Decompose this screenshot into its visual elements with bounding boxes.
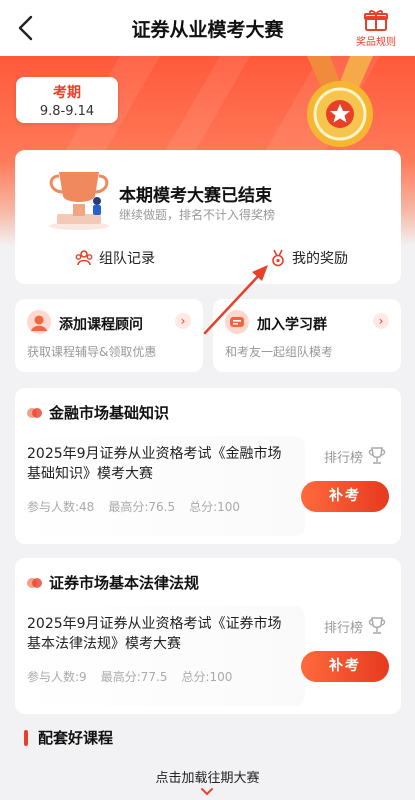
leaderboard-label: 排行榜 — [323, 620, 363, 636]
exam-name: 2025年9月证券从业资格考试《金融市场基础知识》模考大赛 — [27, 446, 282, 482]
high-score: 最高分:76.5 — [108, 500, 176, 514]
exam-stats: 参与人数:9 最高分:77.5 总分:100 — [27, 668, 232, 685]
courses-section-title: 配套好课程 — [24, 727, 113, 748]
exam-category-title: 金融市场基础知识 — [49, 404, 170, 422]
high-score: 最高分:77.5 — [100, 670, 168, 684]
team-icon — [75, 250, 93, 266]
status-card: 本期模考大赛已结束 继续做题，排名不计入得奖榜 组队记录 我的奖励 — [15, 150, 401, 284]
category-dot-icon — [27, 577, 42, 588]
join-study-group-subtitle: 和考友一起组队模考 — [225, 345, 334, 359]
trophy-icon — [49, 172, 109, 230]
team-record-label: 组队记录 — [99, 251, 155, 267]
team-record-link[interactable]: 组队记录 — [75, 248, 155, 268]
makeup-exam-button[interactable]: 补考 — [301, 651, 389, 682]
exam-card: 证券市场基本法律法规 2025年9月证券从业资格考试《证券市场基本法律法规》模考… — [15, 558, 401, 714]
leaderboard-link[interactable]: 排行榜 — [324, 616, 387, 636]
ended-title: 本期模考大赛已结束 — [119, 186, 272, 206]
prize-rules-button[interactable]: 奖品规则 — [351, 8, 401, 48]
rank-cup-icon — [368, 447, 386, 464]
period-title: 考期 — [53, 85, 81, 101]
total-score: 总分:100 — [181, 670, 233, 684]
period-range: 9.8-9.14 — [39, 104, 95, 119]
exam-category: 金融市场基础知识 — [27, 402, 169, 423]
advisor-icon — [27, 310, 51, 334]
section-accent-bar — [24, 729, 28, 746]
top-nav: 证券从业模考大赛 奖品规则 — [0, 0, 415, 56]
award-icon — [272, 249, 284, 267]
gift-icon — [364, 10, 388, 31]
participants: 参与人数:48 — [27, 500, 95, 514]
load-past-contests-button[interactable]: 点击加载往期大赛 — [0, 767, 415, 786]
chevron-right-icon: › — [373, 313, 389, 329]
my-rewards-label: 我的奖励 — [292, 251, 348, 267]
add-course-advisor-card[interactable]: 添加课程顾问 获取课程辅导&领取优惠 › — [15, 299, 203, 372]
add-course-advisor-title: 添加课程顾问 — [59, 317, 143, 333]
makeup-exam-button[interactable]: 补考 — [301, 481, 389, 512]
exam-period-badge: 考期 9.8-9.14 — [16, 77, 118, 123]
ended-subtitle: 继续做题，排名不计入得奖榜 — [119, 208, 276, 222]
leaderboard-link[interactable]: 排行榜 — [324, 446, 387, 466]
exam-category: 证券市场基本法律法规 — [27, 572, 199, 593]
leaderboard-label: 排行榜 — [323, 450, 363, 466]
add-course-advisor-subtitle: 获取课程辅导&领取优惠 — [27, 345, 157, 359]
rank-cup-icon — [368, 617, 386, 634]
prize-rules-label: 奖品规则 — [356, 37, 396, 48]
exam-card: 金融市场基础知识 2025年9月证券从业资格考试《金融市场基础知识》模考大赛 参… — [15, 388, 401, 544]
my-rewards-link[interactable]: 我的奖励 — [270, 248, 348, 268]
medal-icon — [307, 56, 373, 147]
exam-name: 2025年9月证券从业资格考试《证券市场基本法律法规》模考大赛 — [27, 616, 282, 652]
exam-category-title: 证券市场基本法律法规 — [49, 574, 200, 592]
participants: 参与人数:9 — [27, 670, 87, 684]
join-study-group-card[interactable]: 加入学习群 和考友一起组队模考 › — [213, 299, 401, 372]
chevron-right-icon: › — [175, 313, 191, 329]
chevron-down-icon[interactable] — [199, 787, 215, 797]
courses-title: 配套好课程 — [38, 729, 114, 747]
join-study-group-title: 加入学习群 — [257, 317, 327, 333]
chat-group-icon — [225, 310, 249, 334]
category-dot-icon — [27, 407, 42, 418]
total-score: 总分:100 — [189, 500, 241, 514]
exam-stats: 参与人数:48 最高分:76.5 总分:100 — [27, 498, 240, 515]
